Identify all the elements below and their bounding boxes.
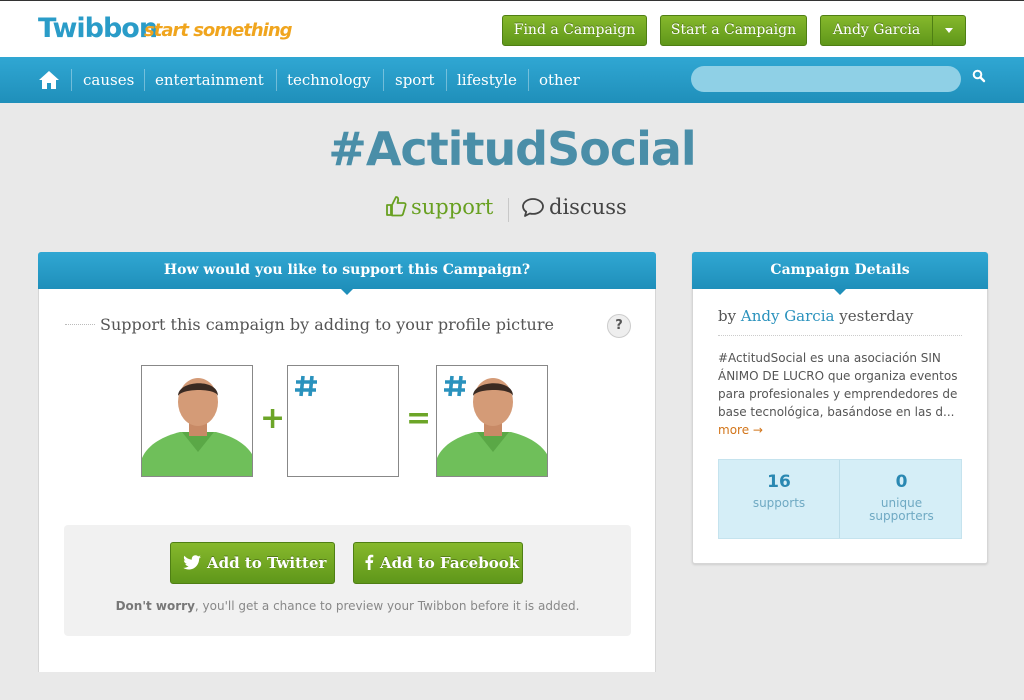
discuss-link[interactable]: discuss [521,195,627,223]
preview-note-text: , you'll get a chance to preview your Tw… [194,599,580,613]
author-line: by Andy Garcia yesterday [718,307,913,325]
plus-icon: + [260,401,286,436]
person-photo-with-twibbon [437,366,547,476]
details-divider [718,335,962,336]
search-icon[interactable] [972,69,986,83]
supports-count: 16 [767,472,791,492]
logo-tagline: start something [144,20,293,41]
header-pointer [341,289,353,295]
support-panel-header: How would you like to support this Campa… [38,252,656,295]
support-link[interactable]: support [385,195,493,223]
nav-divider [446,69,447,91]
unique-supporters-label: unique supporters [869,496,934,523]
result-preview [436,365,548,477]
unique-supporters-count: 0 [895,472,908,492]
unique-supporters-stat: 0 unique supporters [841,460,962,538]
preview-note: Don't worry, you'll get a chance to prev… [64,599,631,613]
profile-picture [141,365,253,477]
speech-bubble-icon [522,198,544,217]
instruction-text: Support this campaign by adding to your … [100,315,554,334]
twitter-bird-icon [183,555,201,570]
nav-divider [276,69,277,91]
nav-divider [71,69,72,91]
find-campaign-button[interactable]: Find a Campaign [502,15,647,46]
instruction-rule [65,324,95,325]
user-menu-dropdown-button[interactable] [932,15,966,46]
support-panel: How would you like to support this Campa… [38,252,656,672]
nav-item-sport[interactable]: sport [395,71,435,89]
search-input[interactable] [691,66,961,92]
campaign-stats: 16 supports 0 unique supporters [718,459,962,539]
thumbs-up-icon [386,196,407,217]
equals-icon: = [406,401,432,436]
title-divider [508,198,509,222]
campaign-details-panel: Campaign Details by Andy Garcia yesterda… [692,252,988,564]
user-menu-button[interactable]: Andy Garcia [820,15,933,46]
supports-label: supports [752,496,806,510]
campaign-title: #ActitudSocial [328,122,696,176]
nav-divider [144,69,145,91]
add-to-twitter-button[interactable]: Add to Twitter [170,542,335,584]
details-panel-heading: Campaign Details [770,262,910,278]
facebook-icon [365,554,374,570]
category-nav: causes entertainment technology sport li… [0,57,1024,103]
add-actions: Add to Twitter Add to Facebook Don't wor… [64,525,631,636]
person-photo [142,366,252,476]
header-pointer [834,289,846,295]
by-label: by [718,307,737,325]
supports-stat: 16 supports [719,460,840,538]
discuss-label: discuss [549,195,627,219]
nav-item-other[interactable]: other [539,71,580,89]
chevron-down-icon [945,27,953,33]
add-to-facebook-label: Add to Facebook [380,554,520,572]
home-icon[interactable] [38,70,60,90]
twibbon-preview [287,365,399,477]
top-header: Twibbon start something Find a Campaign … [0,0,1024,57]
preview-note-bold: Don't worry [115,599,195,613]
logo-text: Twibbon [38,13,158,44]
posted-time: yesterday [839,307,914,325]
details-panel-header: Campaign Details [692,252,988,295]
nav-item-causes[interactable]: causes [83,71,134,89]
nav-item-lifestyle[interactable]: lifestyle [457,71,517,89]
nav-divider [383,69,384,91]
support-label: support [411,195,494,219]
nav-item-technology[interactable]: technology [287,71,371,89]
nav-divider [528,69,529,91]
more-link[interactable]: more → [718,423,763,437]
add-to-twitter-label: Add to Twitter [207,554,327,572]
support-panel-heading: How would you like to support this Campa… [163,262,531,278]
start-campaign-button[interactable]: Start a Campaign [660,15,807,46]
campaign-description: #ActitudSocial es una asociación SIN ÁNI… [718,351,958,419]
hashtag-icon [295,375,317,397]
help-icon[interactable]: ? [607,314,631,338]
add-to-facebook-button[interactable]: Add to Facebook [353,542,523,584]
nav-item-entertainment[interactable]: entertainment [155,71,264,89]
author-link[interactable]: Andy Garcia [741,307,835,325]
